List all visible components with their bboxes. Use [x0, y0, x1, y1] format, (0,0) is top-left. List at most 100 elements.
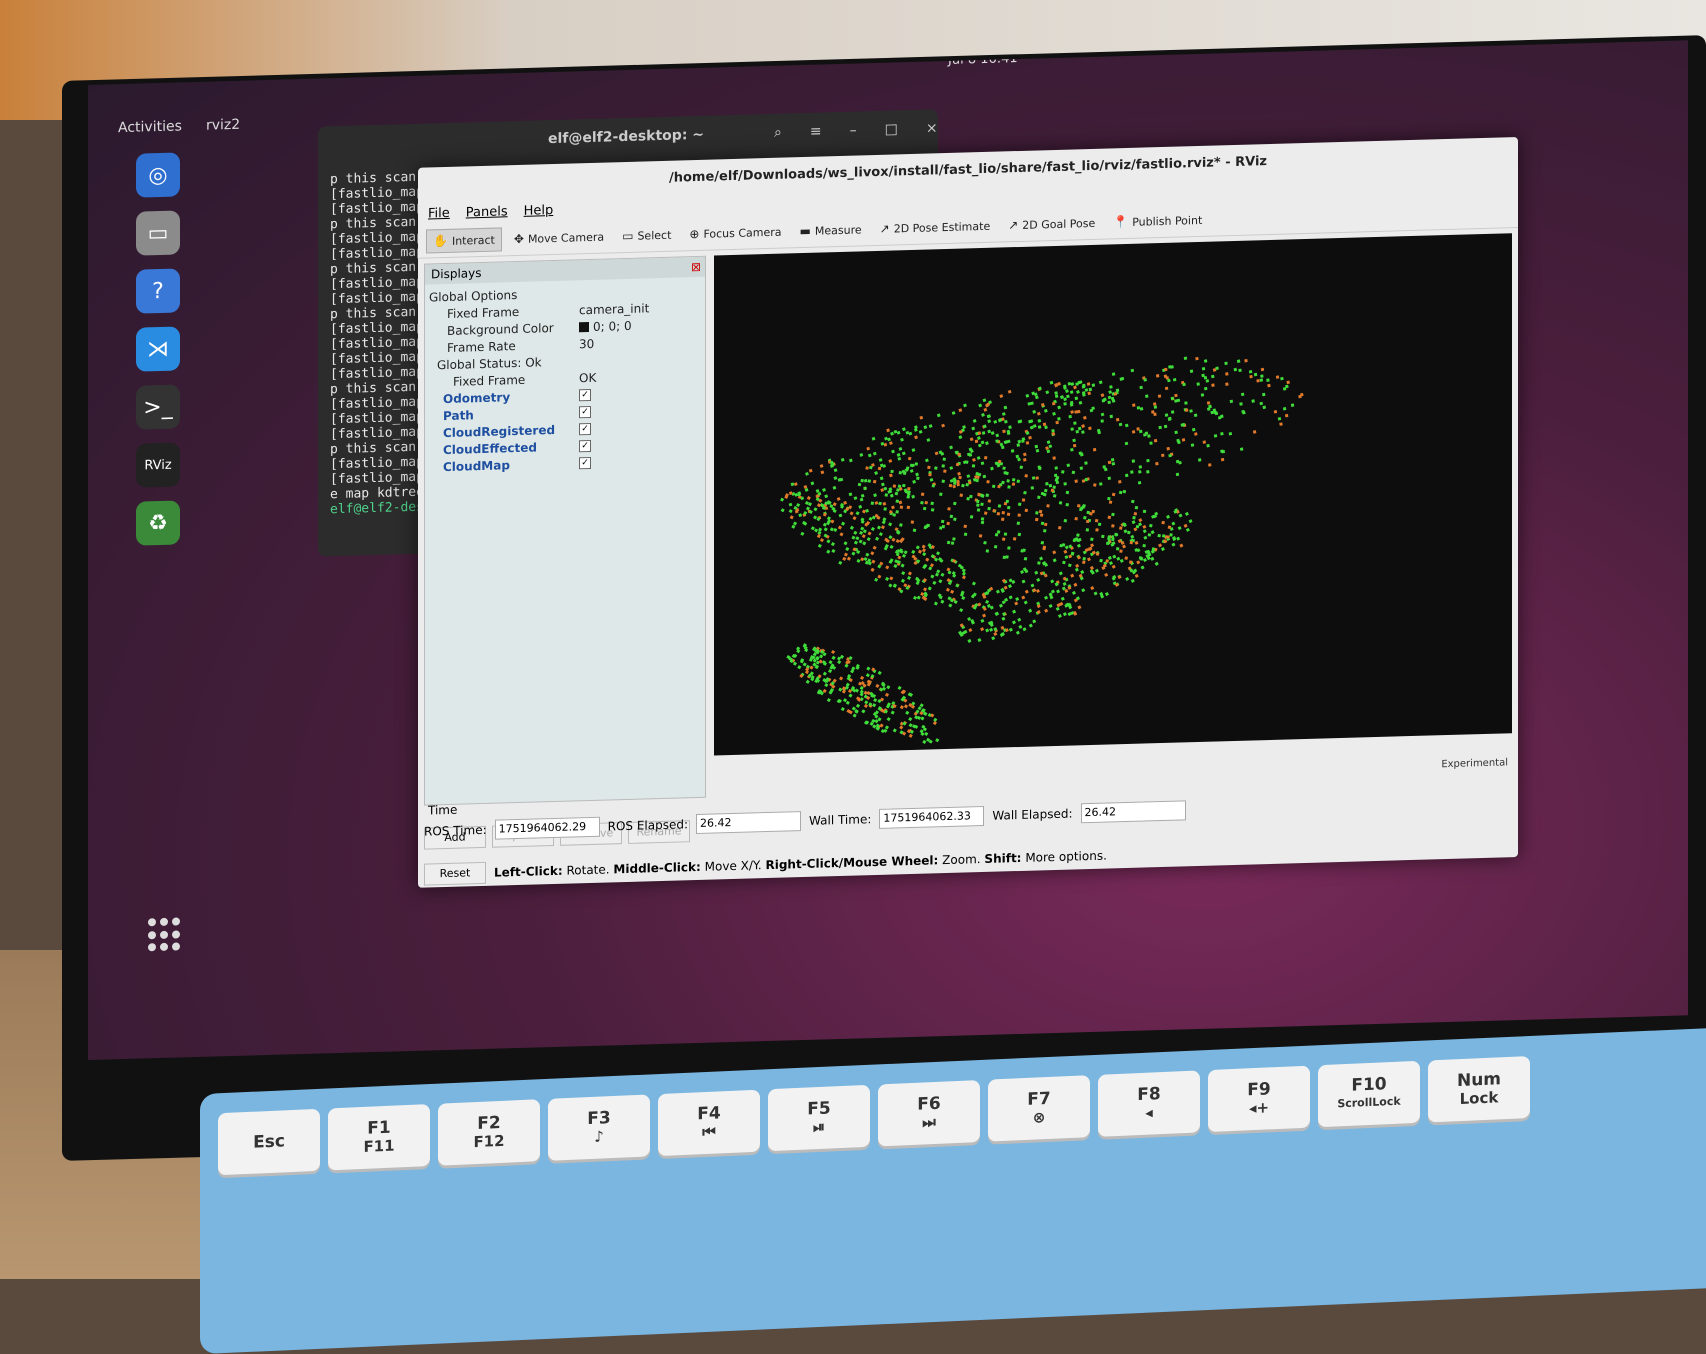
key-label: F10: [1351, 1074, 1387, 1096]
point-cluster: [967, 356, 1304, 494]
hint-move: Move X/Y.: [704, 858, 762, 874]
key-label: F3: [587, 1108, 611, 1130]
key-label: F5: [807, 1098, 831, 1120]
key-f5[interactable]: F5 ⏯: [768, 1084, 870, 1152]
background-color-field[interactable]: 0; 0; 0: [579, 318, 659, 334]
displays-title: Displays: [431, 266, 482, 282]
app-indicator[interactable]: rviz2: [206, 117, 240, 134]
key-num[interactable]: Num Lock: [1428, 1055, 1530, 1123]
display-enable-checkbox[interactable]: ✓: [579, 405, 591, 418]
menu-panels[interactable]: Panels: [466, 204, 508, 220]
menu-file[interactable]: File: [428, 205, 450, 221]
tool-label: 2D Pose Estimate: [893, 219, 991, 235]
tool-move-camera[interactable]: ✥ Move Camera: [508, 225, 610, 250]
activities-button[interactable]: Activities: [118, 118, 182, 136]
rviz-icon[interactable]: RViz: [136, 442, 180, 488]
hint-left-click: Left-Click:: [494, 863, 563, 880]
rviz-window[interactable]: /home/elf/Downloads/ws_livox/install/fas…: [418, 137, 1518, 888]
point-cluster: [780, 492, 990, 613]
key-label: Esc: [253, 1131, 285, 1153]
display-enable-checkbox[interactable]: ✓: [579, 456, 591, 469]
key-f9[interactable]: F9 ◂+: [1208, 1065, 1310, 1133]
hint-zoom: Zoom.: [942, 852, 981, 868]
tool-focus-camera[interactable]: ⊕ Focus Camera: [683, 220, 787, 245]
hint-middle-click: Middle-Click:: [613, 859, 701, 877]
key-f7[interactable]: F7 ⊗: [988, 1075, 1090, 1142]
key-label: F1: [367, 1117, 391, 1139]
tool-label: Interact: [451, 233, 495, 248]
experimental-label: Experimental: [1441, 757, 1508, 771]
display-enable-checkbox[interactable]: ✓: [579, 439, 591, 452]
key-sublabel: F12: [473, 1131, 505, 1152]
move-camera-icon: ✥: [513, 231, 524, 247]
key-sublabel: ⏯: [812, 1117, 825, 1137]
key-label: F2: [477, 1112, 501, 1134]
key-sublabel: ◂+: [1248, 1098, 1270, 1118]
hint-right-click: Right-Click/Mouse Wheel:: [765, 853, 939, 873]
key-sublabel: ⏮: [702, 1122, 716, 1142]
key-f1[interactable]: F1 F11: [328, 1104, 430, 1171]
show-apps-icon[interactable]: [148, 917, 182, 952]
wall-time-field[interactable]: 1751964062.33: [879, 805, 985, 829]
hint-more: More options.: [1025, 848, 1107, 865]
key-f2[interactable]: F2 F12: [438, 1099, 540, 1166]
tool-2d-pose-estimate[interactable]: ↗ 2D Pose Estimate: [874, 215, 997, 240]
tool-interact[interactable]: ✋ Interact: [426, 227, 502, 254]
tool-publish-point[interactable]: 📍 Publish Point: [1107, 209, 1208, 234]
ros-elapsed-label: ROS Elapsed:: [607, 817, 689, 834]
background-color-value: 0; 0; 0: [593, 318, 632, 334]
ros-time-label: ROS Time:: [424, 822, 487, 839]
key-f8[interactable]: F8 ◂: [1098, 1070, 1200, 1137]
key-sublabel: ScrollLock: [1337, 1094, 1401, 1111]
search-icon[interactable]: ⌕: [774, 125, 782, 141]
ros-elapsed-field[interactable]: 26.42: [696, 811, 802, 835]
frame-rate-value[interactable]: 30: [579, 335, 659, 350]
point-cluster: [958, 508, 1193, 643]
fixed-frame-value[interactable]: camera_init: [579, 301, 659, 317]
terminal-title: elf@elf2-desktop: ~: [548, 126, 705, 148]
menu-icon[interactable]: ≡: [810, 124, 822, 140]
tool-label: Publish Point: [1132, 213, 1203, 229]
display-enable-checkbox[interactable]: ✓: [579, 422, 591, 435]
wall-time-label: Wall Time:: [809, 812, 872, 828]
key-f10[interactable]: F10 ScrollLock: [1318, 1060, 1420, 1128]
tool-select[interactable]: ▭ Select: [616, 224, 677, 248]
help-icon[interactable]: ?: [136, 268, 180, 314]
terminal-icon[interactable]: >_: [136, 384, 180, 430]
interact-icon: ✋: [433, 233, 448, 249]
close-icon[interactable]: ×: [926, 120, 938, 136]
display-enable-checkbox[interactable]: ✓: [579, 388, 591, 401]
key-f6[interactable]: F6 ⏭: [878, 1080, 980, 1147]
measure-icon: ▬: [799, 223, 811, 239]
wall-elapsed-field[interactable]: 26.42: [1080, 800, 1186, 824]
maximize-icon[interactable]: □: [885, 121, 898, 137]
key-label: F8: [1137, 1084, 1161, 1106]
point-cloud-render[interactable]: [714, 233, 1512, 755]
key-sublabel: Lock: [1459, 1088, 1499, 1109]
reset-button[interactable]: Reset: [424, 861, 486, 886]
vscode-icon[interactable]: ⋊: [136, 326, 180, 372]
key-label: F7: [1027, 1088, 1051, 1110]
3d-viewport[interactable]: [714, 233, 1512, 756]
files-icon[interactable]: ▭: [136, 210, 180, 256]
minimize-icon[interactable]: –: [850, 123, 857, 139]
trash-icon[interactable]: ♻: [136, 500, 180, 546]
ros-time-field[interactable]: 1751964062.29: [494, 816, 600, 840]
key-sublabel: ⏭: [922, 1112, 936, 1132]
chromium-icon[interactable]: ◎: [136, 152, 180, 198]
color-swatch: [579, 322, 589, 333]
tool-2d-goal-pose[interactable]: ↗ 2D Goal Pose: [1002, 212, 1101, 237]
goal-pose-icon: ↗: [1008, 218, 1019, 233]
menu-help[interactable]: Help: [524, 203, 554, 219]
key-f3[interactable]: F3 ♪: [548, 1094, 650, 1161]
tool-measure[interactable]: ▬ Measure: [794, 218, 868, 242]
hint-shift: Shift:: [984, 850, 1022, 866]
close-panel-icon[interactable]: ⊠: [691, 260, 701, 274]
pose-estimate-icon: ↗: [879, 221, 890, 236]
fixed-frame-status-value: OK: [579, 370, 597, 385]
key-label: Num: [1456, 1069, 1502, 1092]
key-f4[interactable]: F4 ⏮: [658, 1089, 760, 1157]
tool-label: Select: [637, 228, 672, 243]
key-esc[interactable]: Esc: [218, 1108, 320, 1176]
tool-label: 2D Goal Pose: [1022, 216, 1096, 232]
